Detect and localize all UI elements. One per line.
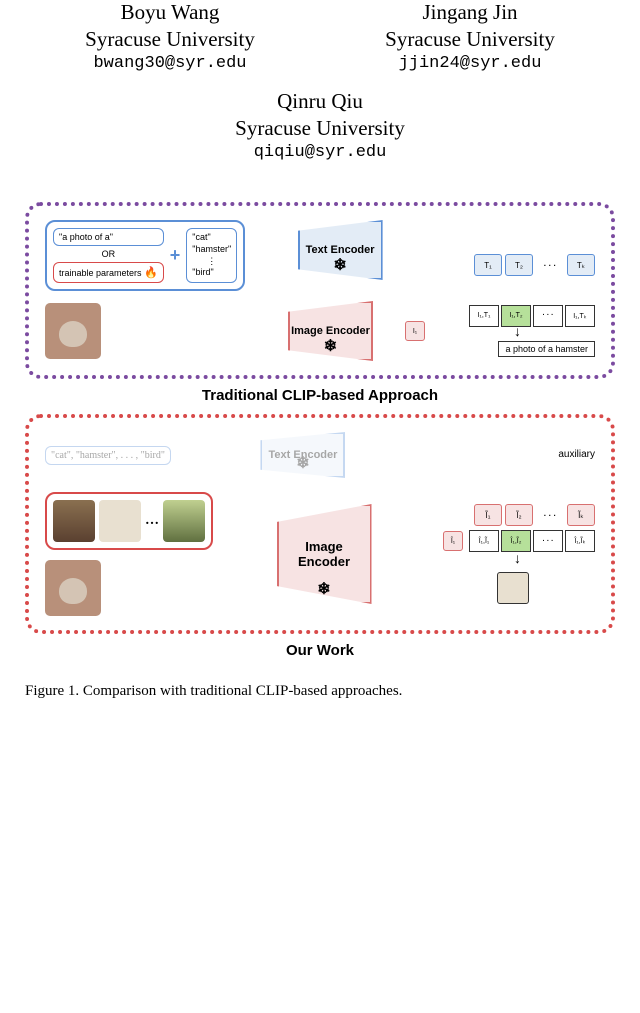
class-list: "cat" "hamster" ⋮ "bird" [186, 228, 237, 283]
snowflake-icon: ❄ [324, 336, 337, 356]
author-affiliation: Syracuse University [385, 27, 555, 52]
similarity-row: Î₁,Ĩ₁ Î₁,Ĩ₂ · · · Î₁,Ĩₖ [469, 530, 595, 552]
image-encoder-big: Image Encoder ❄ [277, 504, 372, 604]
similarity-row: I₁,T₁ I₁,T₂ · · · I₁,Tₖ [469, 305, 595, 327]
result-text: a photo of a hamster [498, 341, 595, 357]
ref-image-bird [163, 500, 205, 542]
similarity-cell: Î₁,Ĩ₁ [469, 530, 499, 552]
text-output: T₁ T₂ · · · Tₖ [435, 220, 595, 276]
author-name: Jingang Jin [385, 0, 555, 25]
ref-image-token: Ĩ₂ [505, 504, 533, 526]
panel-label-bottom: Our Work [25, 642, 615, 659]
input-image-hamster [45, 303, 101, 359]
similarity-cell: I₁,Tₖ [565, 305, 595, 327]
similarity-cell: Î₁,Ĩₖ [565, 530, 595, 552]
text-token: Tₖ [567, 254, 595, 276]
author-email: qiqiu@syr.edu [0, 143, 640, 162]
similarity-cell-highlight: Î₁,Ĩ₂ [501, 530, 531, 552]
text-token: T₁ [474, 254, 502, 276]
ref-image-token: Ĩₖ [567, 504, 595, 526]
author-affiliation: Syracuse University [0, 116, 640, 141]
prompt-box: "a photo of a" OR trainable parameters 🔥… [45, 220, 245, 291]
arrow-down-icon: ↓ [514, 556, 521, 564]
query-image-token: Î₁ [443, 531, 463, 551]
snowflake-icon: ❄ [296, 453, 309, 473]
author-email: jjin24@syr.edu [385, 54, 555, 73]
ellipsis-icon: · · · [536, 504, 564, 526]
prompt-template: "a photo of a" [53, 228, 164, 246]
ellipsis-icon: … [145, 513, 159, 529]
fire-icon: 🔥 [144, 267, 158, 279]
text-encoder-faded: Text Encoder ❄ [260, 432, 345, 478]
class-list-faded: "cat", "hamster", . . . , "bird" [45, 446, 171, 465]
author-block-2: Jingang Jin Syracuse University jjin24@s… [385, 0, 555, 73]
input-image-hamster [45, 560, 101, 616]
panel-our-work: "cat", "hamster", . . . , "bird" Text En… [25, 414, 615, 634]
author-email: bwang30@syr.edu [85, 54, 255, 73]
auxiliary-label: auxiliary [558, 449, 595, 460]
text-token: T₂ [505, 254, 533, 276]
reference-image-set: … [45, 492, 213, 550]
author-affiliation: Syracuse University [85, 27, 255, 52]
author-block-3: Qinru Qiu Syracuse University qiqiu@syr.… [0, 89, 640, 162]
panel-label-top: Traditional CLIP-based Approach [25, 387, 615, 404]
result-image-hamster [497, 572, 529, 604]
ref-image-cat [53, 500, 95, 542]
text-encoder: Text Encoder ❄ [298, 220, 383, 280]
figure-1: "a photo of a" OR trainable parameters 🔥… [25, 202, 615, 659]
snowflake-icon: ❄ [317, 579, 330, 599]
ref-image-hamster [99, 500, 141, 542]
author-name: Boyu Wang [85, 0, 255, 25]
ellipsis-icon: · · · [533, 530, 563, 552]
similarity-cell: I₁,T₁ [469, 305, 499, 327]
figure-caption: Figure 1. Comparison with traditional CL… [0, 669, 640, 702]
plus-icon: + [168, 245, 183, 266]
arrow-down-icon: ↓ [514, 329, 521, 337]
image-token: I₁ [405, 321, 425, 341]
or-text: OR [53, 249, 164, 259]
author-block-1: Boyu Wang Syracuse University bwang30@sy… [85, 0, 255, 73]
ellipsis-icon: · · · [536, 254, 564, 276]
ref-image-token: Ĩ₁ [474, 504, 502, 526]
ellipsis-icon: · · · [533, 305, 563, 327]
panel-traditional: "a photo of a" OR trainable parameters 🔥… [25, 202, 615, 379]
author-name: Qinru Qiu [0, 89, 640, 114]
similarity-cell-highlight: I₁,T₂ [501, 305, 531, 327]
snowflake-icon: ❄ [333, 255, 346, 275]
trainable-params: trainable parameters 🔥 [53, 262, 164, 283]
image-encoder: Image Encoder ❄ [288, 301, 373, 361]
